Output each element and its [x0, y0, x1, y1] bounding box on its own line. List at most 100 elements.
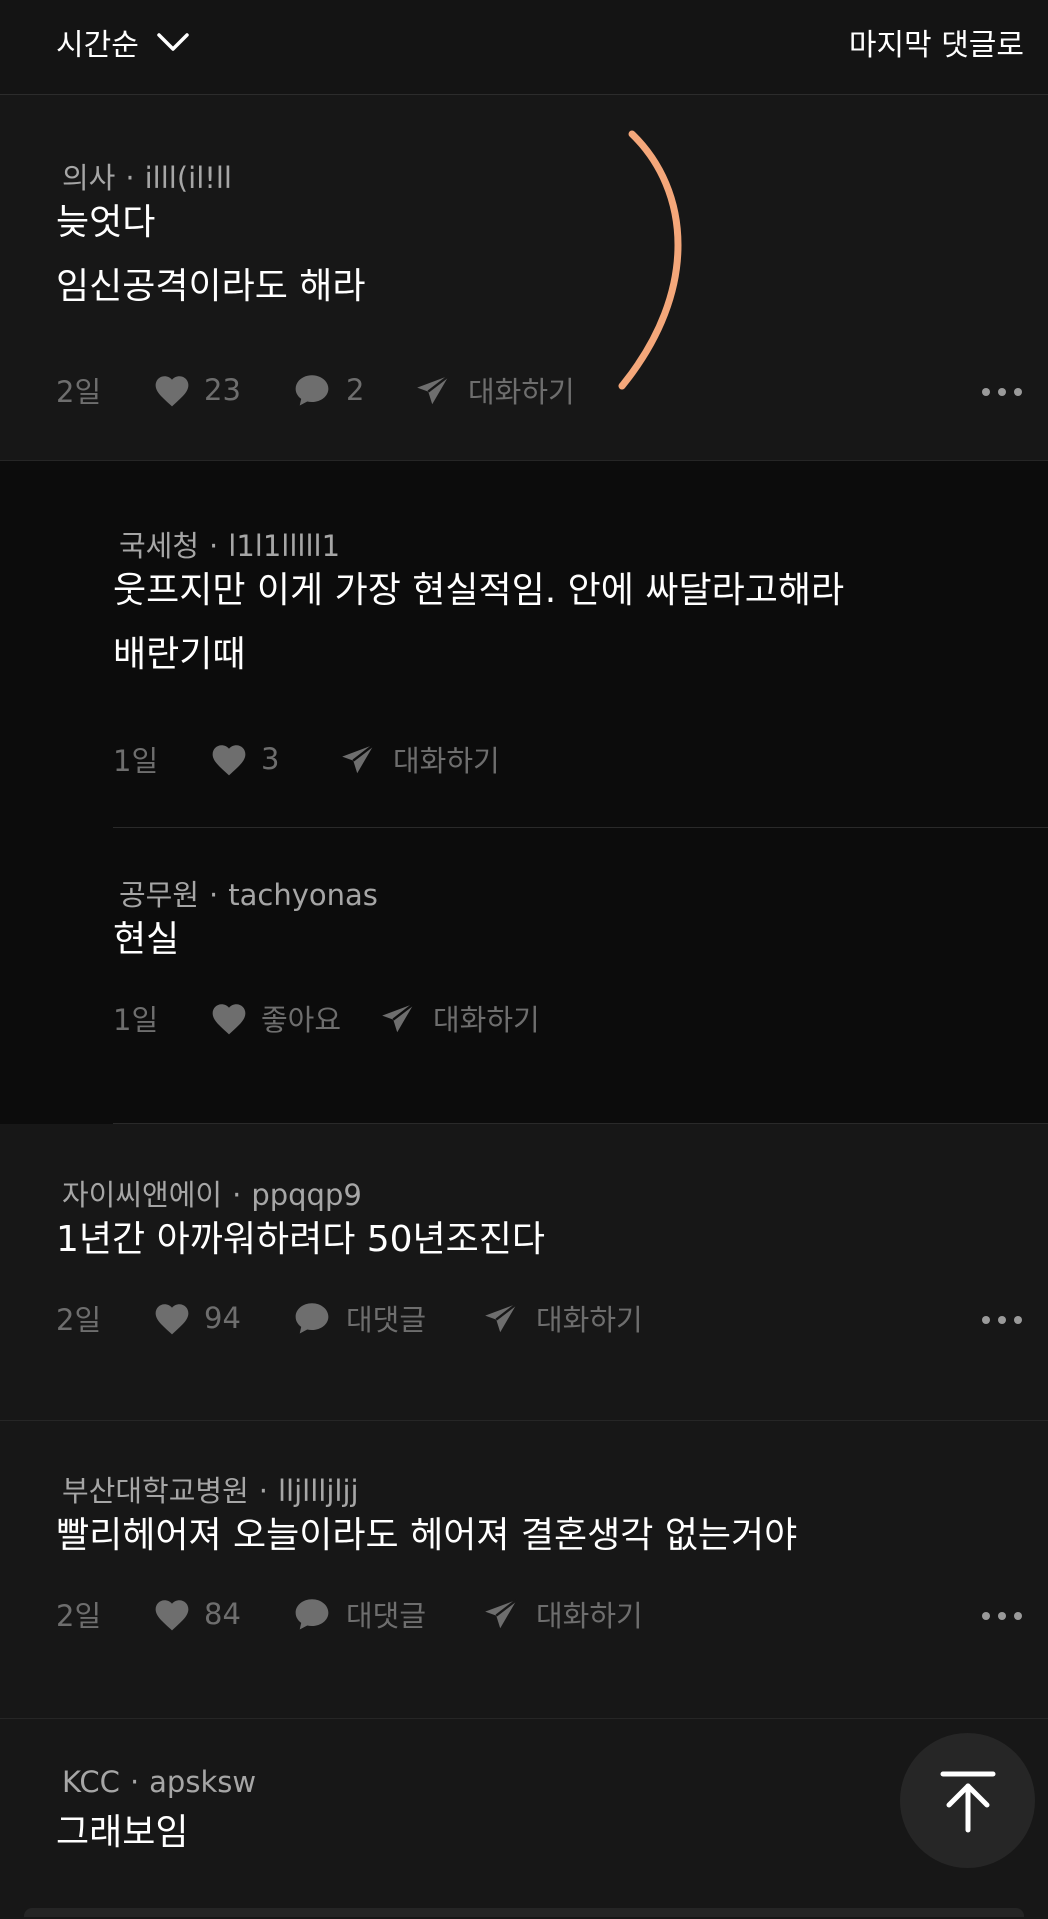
comment-body: 웃프지만 이게 가장 현실적임. 안에 싸달라고해라 배란기때 [113, 559, 844, 687]
comment-line: 빨리헤어져 오늘이라도 헤어져 결혼생각 없는거야 [56, 1515, 798, 1556]
more-options-button[interactable] [982, 388, 1022, 396]
more-options-button[interactable] [982, 1612, 1022, 1620]
chat-label: 대화하기 [536, 1599, 643, 1633]
comment-body: 빨리헤어져 오늘이라도 헤어져 결혼생각 없는거야 [56, 1504, 797, 1568]
comment-body: 그래보임 [56, 1801, 188, 1865]
like-button[interactable]: 84 [152, 1596, 292, 1632]
send-icon [485, 1302, 518, 1333]
send-icon [417, 374, 450, 405]
author-nickname: tachyonas [228, 878, 378, 912]
like-count: 3 [261, 742, 280, 776]
comment-item: 자이씨앤에이 · ppqqp9 1년간 아까워하려다 50년조진다 2일 94 대댓… [0, 1124, 1048, 1421]
author-nickname: illl(il!ll [144, 161, 232, 195]
chat-button[interactable]: 대화하기 [339, 738, 500, 780]
comment-line: 임신공격이라도 해라 [56, 266, 366, 307]
sort-label: 시간순 [56, 28, 139, 63]
separator-dot: · [125, 161, 135, 195]
reply-label: 대댓글 [346, 1303, 427, 1337]
author-job: 공무원 [119, 878, 200, 912]
author-job: 의사 [62, 161, 116, 195]
chat-button[interactable]: 대화하기 [482, 1297, 643, 1339]
chat-label: 대화하기 [468, 375, 575, 409]
comment-time: 1일 [113, 744, 159, 778]
author-job: 부산대학교병원 [62, 1474, 249, 1508]
comment-author[interactable]: KCC · apsksw [62, 1765, 256, 1799]
comment-time: 2일 [56, 1303, 102, 1337]
like-count: 84 [204, 1597, 241, 1631]
comment-actions: 1일 3 대화하기 [113, 738, 500, 780]
reply-button[interactable]: 대댓글 [292, 1297, 482, 1339]
author-nickname: apsksw [149, 1765, 257, 1799]
like-button[interactable]: 23 [152, 372, 292, 408]
comment-item: 의사 · illl(il!ll 늦엇다 임신공격이라도 해라 2일 23 2 대화하… [0, 95, 1048, 461]
reply-item: 공무원 · tachyonas 현실 1일 좋아요 대화하기 [0, 827, 1048, 1124]
heart-icon [212, 745, 246, 776]
heart-icon [155, 1304, 189, 1335]
chat-button[interactable]: 대화하기 [482, 1593, 643, 1635]
more-icon [982, 1316, 990, 1324]
author-nickname: lljllljljj [277, 1474, 359, 1508]
reply-button[interactable]: 2 [292, 372, 414, 408]
reply-thread: 국세청 · l1l1lllll1 웃프지만 이게 가장 현실적임. 안에 싸달라고해… [0, 461, 1048, 1124]
comment-line: 1년간 아까워하려다 50년조진다 [56, 1219, 546, 1260]
heart-icon [155, 376, 189, 407]
separator-dot: · [232, 1178, 242, 1212]
comment-time: 1일 [113, 1003, 159, 1037]
comment-time: 2일 [56, 1599, 102, 1633]
send-icon [485, 1598, 518, 1629]
comment-body: 1년간 아까워하려다 50년조진다 [56, 1208, 545, 1272]
comment-actions: 2일 94 대댓글 대화하기 [56, 1297, 643, 1339]
like-count: 94 [204, 1301, 241, 1335]
author-job: KCC [62, 1765, 120, 1799]
bottom-sheet-edge [24, 1908, 1024, 1917]
comment-line: 배란기때 [113, 634, 246, 675]
chevron-down-icon [157, 33, 189, 51]
comment-actions: 2일 23 2 대화하기 [56, 369, 575, 411]
like-label: 좋아요 [261, 1003, 342, 1037]
comment-body: 현실 [113, 908, 179, 972]
author-job: 국세청 [119, 529, 200, 563]
chat-button[interactable]: 대화하기 [414, 369, 575, 411]
comment-time: 2일 [56, 375, 102, 409]
reply-label: 대댓글 [346, 1599, 427, 1633]
comment-icon [295, 1303, 329, 1334]
comment-line: 늦엇다 [56, 202, 156, 243]
scroll-to-top-button[interactable] [900, 1733, 1035, 1868]
chat-label: 대화하기 [393, 744, 500, 778]
comment-line: 그래보임 [56, 1812, 189, 1853]
reply-count: 2 [346, 373, 365, 407]
heart-icon [212, 1004, 246, 1035]
like-button[interactable]: 94 [152, 1300, 292, 1336]
reply-item: 국세청 · l1l1lllll1 웃프지만 이게 가장 현실적임. 안에 싸달라고해… [0, 461, 1048, 827]
sort-dropdown[interactable]: 시간순 [56, 20, 193, 64]
comment-item: KCC · apsksw 그래보임 [0, 1719, 1048, 1919]
separator-dot: · [258, 1474, 268, 1508]
heart-icon [155, 1600, 189, 1631]
comment-item: 부산대학교병원 · lljllljljj 빨리헤어져 오늘이라도 헤어져 결혼생각 … [0, 1421, 1048, 1719]
annotation-arc [618, 130, 682, 390]
comment-line: 웃프지만 이게 가장 현실적임. 안에 싸달라고해라 [113, 570, 845, 611]
author-nickname: l1l1lllll1 [228, 529, 341, 563]
like-button[interactable]: 3 [209, 741, 309, 777]
separator-dot: · [209, 529, 219, 563]
author-job: 자이씨앤에이 [62, 1178, 223, 1212]
chat-button[interactable]: 대화하기 [379, 997, 540, 1039]
comment-actions: 1일 좋아요 대화하기 [113, 997, 540, 1039]
comments-toolbar: 시간순 마지막 댓글로 [0, 0, 1048, 95]
separator-dot: · [129, 1765, 140, 1799]
comment-body: 늦엇다 임신공격이라도 해라 [56, 191, 366, 319]
comment-icon [295, 1599, 329, 1630]
more-icon [982, 388, 990, 396]
more-options-button[interactable] [982, 1316, 1022, 1324]
comment-line: 현실 [113, 919, 180, 960]
reply-button[interactable]: 대댓글 [292, 1593, 482, 1635]
author-nickname: ppqqp9 [251, 1178, 362, 1212]
separator-dot: · [209, 878, 219, 912]
like-count: 23 [204, 373, 241, 407]
like-button[interactable]: 좋아요 [209, 997, 379, 1039]
chat-label: 대화하기 [536, 1303, 643, 1337]
comment-actions: 2일 84 대댓글 대화하기 [56, 1593, 643, 1635]
jump-to-last-comment-button[interactable]: 마지막 댓글로 [849, 20, 1024, 64]
more-icon [982, 1612, 990, 1620]
arrow-up-icon [940, 1771, 995, 1832]
